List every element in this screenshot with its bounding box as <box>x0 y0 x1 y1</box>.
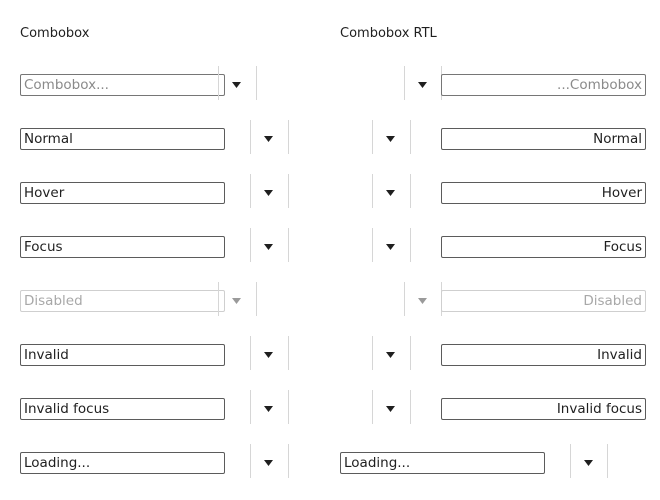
divider <box>372 228 373 262</box>
combobox-input-ltr[interactable]: Focus <box>20 236 225 258</box>
divider <box>410 174 411 208</box>
combobox-input-rtl[interactable]: ...Combobox <box>441 74 646 96</box>
caret-down-icon <box>231 82 241 88</box>
combobox-toggle-ltr[interactable] <box>260 452 276 474</box>
combobox-input-ltr[interactable]: Invalid <box>20 344 225 366</box>
combobox-toggle-rtl <box>414 290 430 312</box>
combobox-input-ltr[interactable]: Combobox... <box>20 74 225 96</box>
column-title-rtl: Combobox RTL <box>340 26 437 41</box>
caret-down-icon <box>385 190 395 196</box>
caret-down-icon <box>385 244 395 250</box>
divider <box>288 444 289 478</box>
divider <box>218 66 219 100</box>
combobox-input-rtl[interactable]: Loading... <box>340 452 545 474</box>
caret-down-icon <box>263 136 273 142</box>
combobox-toggle-rtl[interactable] <box>580 452 596 474</box>
combobox-input-rtl[interactable]: Invalid <box>441 344 646 366</box>
caret-down-icon <box>385 136 395 142</box>
combobox-input-rtl: Disabled <box>441 290 646 312</box>
combobox-input-rtl[interactable]: Focus <box>441 236 646 258</box>
divider <box>410 228 411 262</box>
combobox-row-invalid: Invalid Invalid <box>0 336 660 370</box>
combobox-row-hover: Hover Hover <box>0 174 660 208</box>
combobox-toggle-ltr[interactable] <box>260 398 276 420</box>
divider <box>250 228 251 262</box>
divider <box>372 174 373 208</box>
combobox-input-ltr[interactable]: Invalid focus <box>20 398 225 420</box>
combobox-toggle-ltr[interactable] <box>228 74 244 96</box>
combobox-input-ltr[interactable]: Loading... <box>20 452 225 474</box>
divider <box>250 444 251 478</box>
divider <box>404 282 405 316</box>
combobox-toggle-rtl[interactable] <box>382 236 398 258</box>
combobox-input-ltr[interactable]: Hover <box>20 182 225 204</box>
caret-down-icon <box>263 352 273 358</box>
caret-down-icon <box>583 460 593 466</box>
combobox-input-rtl[interactable]: Normal <box>441 128 646 150</box>
divider <box>372 390 373 424</box>
column-title-ltr: Combobox <box>20 26 90 41</box>
divider <box>372 336 373 370</box>
divider <box>410 390 411 424</box>
divider <box>256 66 257 100</box>
combobox-toggle-rtl[interactable] <box>382 182 398 204</box>
combobox-toggle-ltr[interactable] <box>260 182 276 204</box>
combobox-row-disabled: Disabled Disabled <box>0 282 660 316</box>
caret-down-icon <box>385 406 395 412</box>
caret-down-icon <box>263 406 273 412</box>
caret-down-icon <box>263 244 273 250</box>
combobox-toggle-rtl[interactable] <box>382 128 398 150</box>
combobox-toggle-ltr[interactable] <box>260 128 276 150</box>
combobox-row-invalid-focus: Invalid focus Invalid focus <box>0 390 660 424</box>
divider <box>256 282 257 316</box>
caret-down-icon <box>263 190 273 196</box>
divider <box>288 390 289 424</box>
combobox-row-focus: Focus Focus <box>0 228 660 262</box>
caret-down-icon <box>263 460 273 466</box>
caret-down-icon <box>231 298 241 304</box>
combobox-row-loading: Loading... Loading... <box>0 444 660 478</box>
combobox-toggle-rtl[interactable] <box>382 344 398 366</box>
combobox-toggle-ltr[interactable] <box>260 236 276 258</box>
combobox-input-ltr: Disabled <box>20 290 225 312</box>
divider <box>250 390 251 424</box>
combobox-input-rtl[interactable]: Hover <box>441 182 646 204</box>
divider <box>372 120 373 154</box>
combobox-input-rtl[interactable]: Invalid focus <box>441 398 646 420</box>
divider <box>410 120 411 154</box>
combobox-toggle-rtl[interactable] <box>382 398 398 420</box>
divider <box>250 174 251 208</box>
combobox-toggle-ltr <box>228 290 244 312</box>
divider <box>410 336 411 370</box>
combobox-input-ltr[interactable]: Normal <box>20 128 225 150</box>
combobox-row-placeholder: Combobox... ...Combobox <box>0 66 660 100</box>
caret-down-icon <box>417 82 427 88</box>
divider <box>288 336 289 370</box>
divider <box>250 336 251 370</box>
divider <box>288 120 289 154</box>
combobox-toggle-ltr[interactable] <box>260 344 276 366</box>
combobox-toggle-rtl[interactable] <box>414 74 430 96</box>
caret-down-icon <box>385 352 395 358</box>
divider <box>570 444 571 478</box>
combobox-row-normal: Normal Normal <box>0 120 660 154</box>
divider <box>288 228 289 262</box>
caret-down-icon <box>417 298 427 304</box>
divider <box>288 174 289 208</box>
divider <box>250 120 251 154</box>
divider <box>607 444 608 478</box>
divider <box>404 66 405 100</box>
divider <box>218 282 219 316</box>
